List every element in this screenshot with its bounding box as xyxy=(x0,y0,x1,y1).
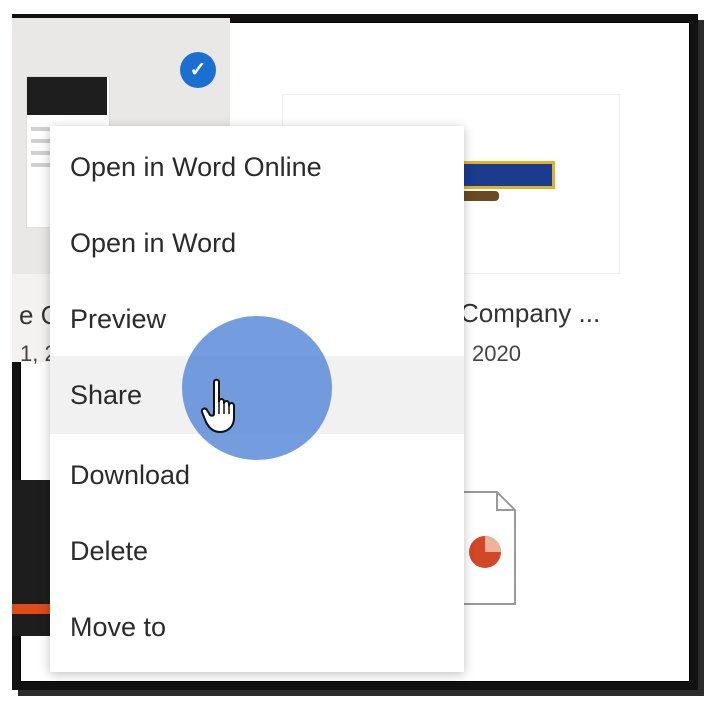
menu-item-delete[interactable]: Delete xyxy=(50,512,464,590)
file-name[interactable]: Company ... xyxy=(460,298,600,329)
menu-item-move-to[interactable]: Move to xyxy=(50,588,464,666)
file-date: 2020 xyxy=(472,341,521,366)
hand-pointer-icon xyxy=(200,378,235,434)
menu-item-open-in-word-online[interactable]: Open in Word Online xyxy=(50,128,464,206)
thumbnail-detail xyxy=(459,191,499,201)
menu-item-open-in-word[interactable]: Open in Word xyxy=(50,204,464,282)
check-circle-icon[interactable]: ✓ xyxy=(180,52,216,88)
banner-thumbnail xyxy=(461,161,555,189)
powerpoint-file-icon xyxy=(458,491,516,605)
